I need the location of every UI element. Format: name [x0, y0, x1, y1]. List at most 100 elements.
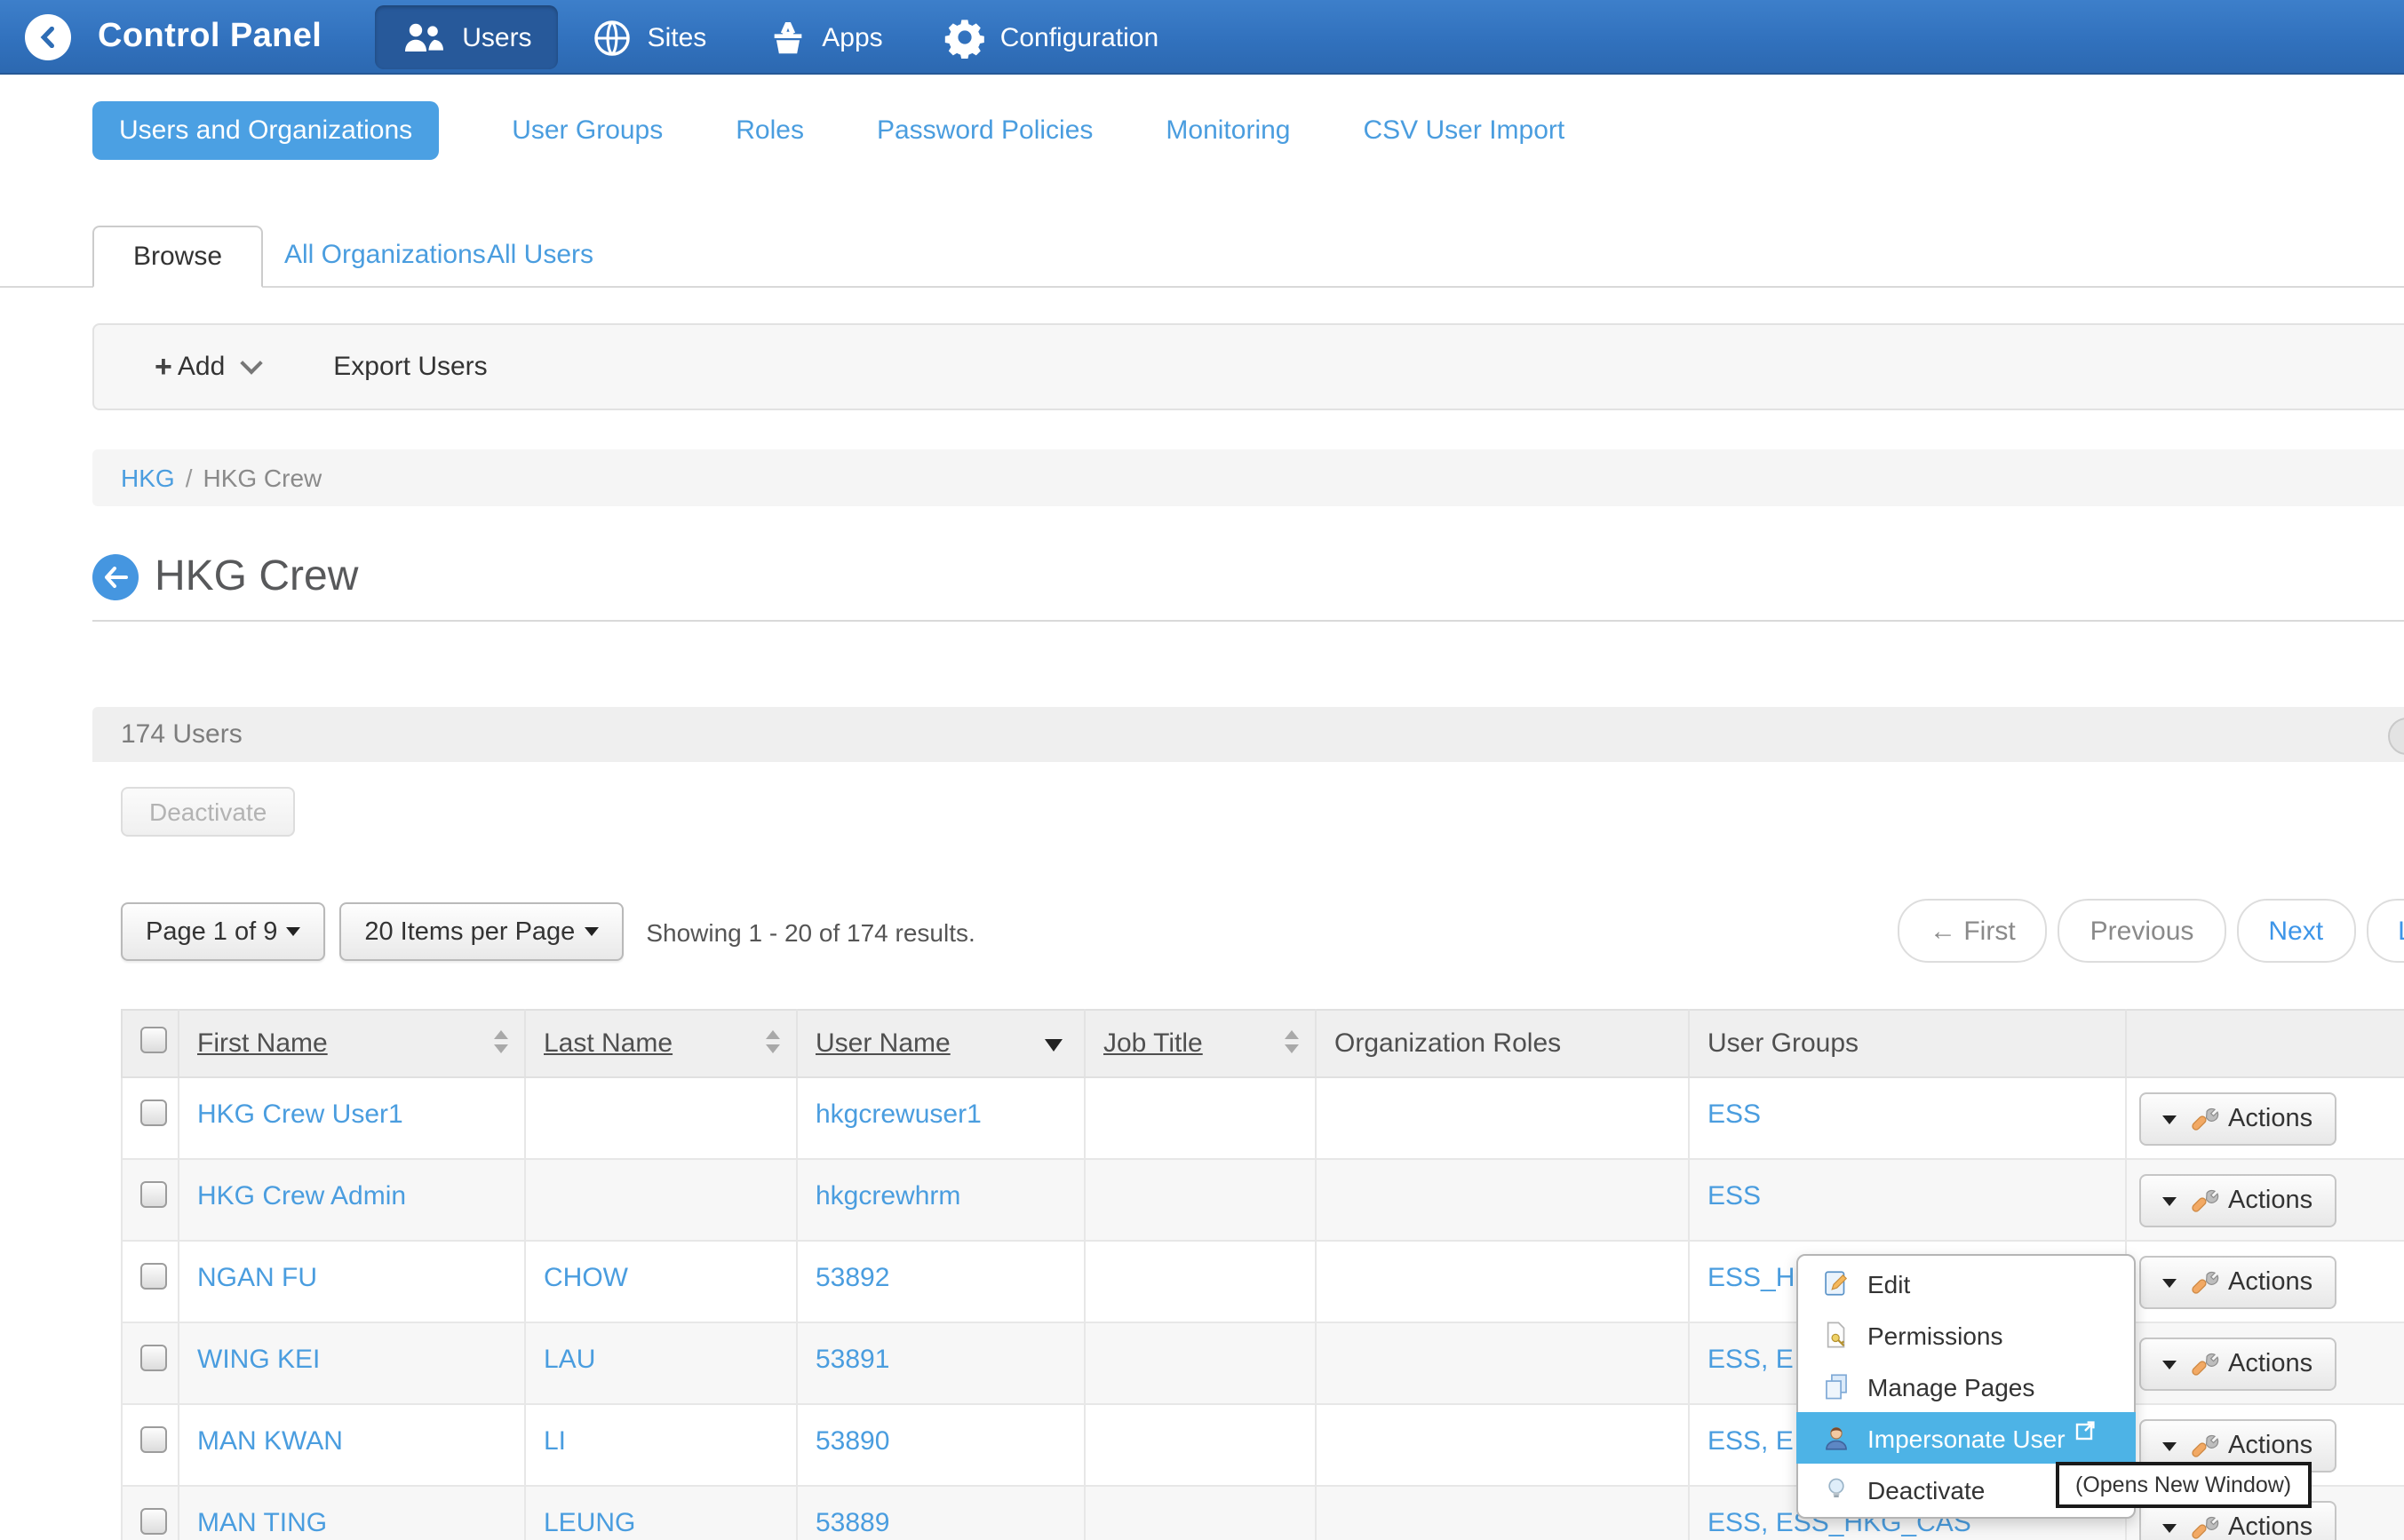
- actions-button-label: Actions: [2228, 1513, 2312, 1540]
- user-name-link[interactable]: 53892: [816, 1263, 889, 1293]
- page-title: HKG Crew: [155, 552, 358, 602]
- user-name-link[interactable]: 53889: [816, 1508, 889, 1538]
- last-name-link[interactable]: LI: [544, 1426, 566, 1457]
- opens-new-window-tooltip: (Opens New Window): [2056, 1462, 2311, 1508]
- actions-button-label: Actions: [2228, 1187, 2312, 1215]
- row-checkbox[interactable]: [140, 1345, 167, 1371]
- user-name-link[interactable]: hkgcrewuser1: [816, 1099, 982, 1130]
- tab-bar: Browse All Organizations All Users: [0, 226, 2404, 288]
- breadcrumb-root-link[interactable]: HKG: [121, 464, 175, 492]
- sort-last-name[interactable]: Last Name: [544, 1028, 673, 1059]
- pager: ← First Previous Next Last →: [1898, 899, 2404, 963]
- back-button[interactable]: [92, 554, 139, 600]
- page-selector-button[interactable]: Page 1 of 9: [121, 902, 325, 961]
- app-title: Control Panel: [98, 18, 322, 57]
- wrench-icon: [2189, 1512, 2219, 1540]
- tab-all-organizations[interactable]: All Organizations: [284, 226, 486, 284]
- top-nav-sites[interactable]: Sites: [566, 5, 734, 69]
- menu-item-edit[interactable]: Edit: [1798, 1258, 2134, 1309]
- category-navigation: Users and Organizations User Groups Role…: [92, 101, 1564, 160]
- user-groups-link[interactable]: ESS_H: [1707, 1263, 1795, 1293]
- user-groups-link[interactable]: ESS, E: [1707, 1426, 1794, 1457]
- caret-down-icon: [584, 927, 598, 936]
- tab-all-users[interactable]: All Users: [487, 226, 593, 284]
- sort-descending-icon[interactable]: [1045, 1039, 1063, 1052]
- user-name-link[interactable]: 53891: [816, 1345, 889, 1375]
- actions-button[interactable]: Actions: [2139, 1338, 2336, 1391]
- last-name-link[interactable]: LEUNG: [544, 1508, 635, 1538]
- select-all-checkbox[interactable]: [140, 1027, 167, 1053]
- user-groups-link[interactable]: ESS, E: [1707, 1345, 1794, 1375]
- menu-item-label: Permissions: [1867, 1321, 2003, 1349]
- sort-first-name[interactable]: First Name: [197, 1028, 328, 1059]
- subnav-user-groups[interactable]: User Groups: [512, 115, 663, 146]
- top-nav-apps[interactable]: Apps: [740, 5, 909, 69]
- edit-icon: [1821, 1268, 1851, 1298]
- deactivate-button[interactable]: Deactivate: [121, 787, 295, 837]
- row-checkbox[interactable]: [140, 1263, 167, 1290]
- divider: [92, 620, 2404, 622]
- top-nav-configuration[interactable]: Configuration: [917, 5, 1185, 69]
- items-per-page-button[interactable]: 20 Items per Page: [339, 902, 623, 961]
- sort-job-title[interactable]: Job Title: [1103, 1028, 1203, 1059]
- plus-icon: +: [155, 349, 172, 385]
- info-icon[interactable]: [2388, 718, 2404, 755]
- export-users-button[interactable]: Export Users: [333, 352, 487, 382]
- add-button[interactable]: + Add: [155, 349, 259, 385]
- sort-icon[interactable]: [494, 1030, 508, 1053]
- row-checkbox[interactable]: [140, 1181, 167, 1208]
- user-name-link[interactable]: 53890: [816, 1426, 889, 1457]
- top-nav-users[interactable]: Users: [375, 5, 558, 69]
- gear-icon: [943, 16, 986, 59]
- user-name-link[interactable]: hkgcrewhrm: [816, 1181, 960, 1211]
- actions-button[interactable]: Actions: [2139, 1092, 2336, 1146]
- actions-button-label: Actions: [2228, 1350, 2312, 1378]
- actions-button-label: Actions: [2228, 1105, 2312, 1133]
- toolbar: + Add Export Users: [92, 323, 2404, 410]
- subnav-csv-user-import[interactable]: CSV User Import: [1364, 115, 1565, 146]
- subnav-users-and-organizations[interactable]: Users and Organizations: [92, 101, 439, 160]
- wrench-icon: [2189, 1431, 2219, 1461]
- subnav-password-policies[interactable]: Password Policies: [877, 115, 1093, 146]
- row-checkbox[interactable]: [140, 1099, 167, 1126]
- tab-browse[interactable]: Browse: [92, 226, 263, 288]
- last-name-link[interactable]: CHOW: [544, 1263, 628, 1293]
- last-name-link[interactable]: LAU: [544, 1345, 595, 1375]
- first-name-link[interactable]: WING KEI: [197, 1345, 320, 1375]
- opens-new-window-icon: [2076, 1419, 2098, 1441]
- menu-item-manage-pages[interactable]: Manage Pages: [1798, 1361, 2134, 1412]
- first-name-link[interactable]: HKG Crew User1: [197, 1099, 403, 1130]
- user-groups-link[interactable]: ESS: [1707, 1181, 1761, 1211]
- subnav-monitoring[interactable]: Monitoring: [1166, 115, 1290, 146]
- first-page-button[interactable]: ← First: [1898, 899, 2048, 963]
- menu-item-impersonate-user[interactable]: Impersonate User: [1796, 1412, 2136, 1464]
- sort-user-name[interactable]: User Name: [816, 1028, 951, 1059]
- header-organization-roles: Organization Roles: [1334, 1028, 1561, 1059]
- sort-icon[interactable]: [766, 1030, 780, 1053]
- first-name-link[interactable]: MAN KWAN: [197, 1426, 343, 1457]
- next-page-button[interactable]: Next: [2236, 899, 2355, 963]
- top-nav-apps-label: Apps: [822, 22, 882, 52]
- menu-item-permissions[interactable]: Permissions: [1798, 1309, 2134, 1361]
- row-checkbox[interactable]: [140, 1426, 167, 1453]
- actions-button[interactable]: Actions: [2139, 1174, 2336, 1227]
- row-checkbox[interactable]: [140, 1508, 167, 1535]
- pagination-controls: Page 1 of 9 20 Items per Page Showing 1 …: [121, 902, 975, 961]
- top-nav-users-label: Users: [462, 22, 531, 52]
- deactivate-icon: [1821, 1474, 1851, 1504]
- caret-down-icon: [2162, 1523, 2177, 1532]
- first-name-link[interactable]: HKG Crew Admin: [197, 1181, 406, 1211]
- subnav-roles[interactable]: Roles: [736, 115, 804, 146]
- first-name-link[interactable]: MAN TING: [197, 1508, 327, 1538]
- globe-icon: [593, 17, 633, 58]
- actions-button[interactable]: Actions: [2139, 1256, 2336, 1309]
- menu-item-label: Impersonate User: [1867, 1424, 2066, 1452]
- first-name-link[interactable]: NGAN FU: [197, 1263, 317, 1293]
- last-page-button[interactable]: Last →: [2366, 899, 2404, 963]
- breadcrumb: HKG / HKG Crew: [92, 449, 2404, 506]
- back-to-site-button[interactable]: [25, 14, 71, 60]
- user-groups-link[interactable]: ESS: [1707, 1099, 1761, 1130]
- previous-page-button[interactable]: Previous: [2058, 899, 2226, 963]
- sort-icon[interactable]: [1285, 1030, 1299, 1053]
- manage-pages-icon: [1821, 1371, 1851, 1401]
